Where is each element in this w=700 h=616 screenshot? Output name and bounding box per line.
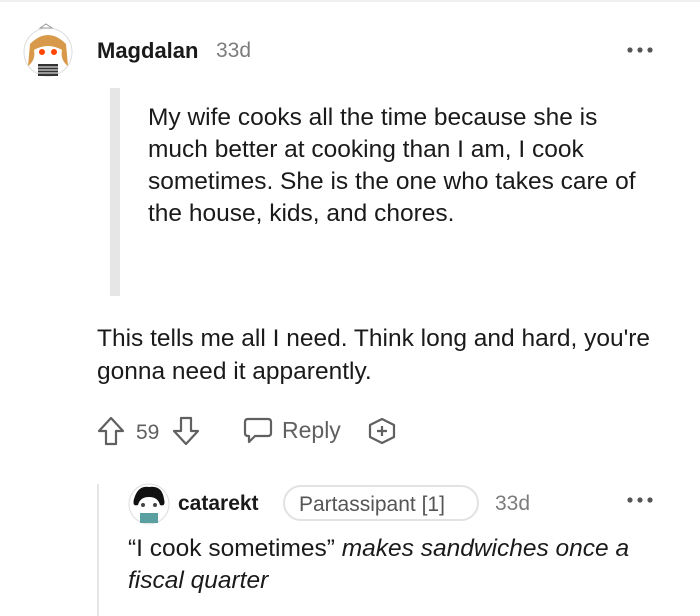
- more-options-icon[interactable]: [626, 494, 654, 506]
- reply-button[interactable]: Reply: [282, 417, 341, 444]
- reply-body-plain: “I cook sometimes”: [128, 535, 342, 562]
- user-flair-badge: Partassipant [1]: [283, 485, 479, 521]
- comment-body: This tells me all I need. Think long and…: [97, 325, 651, 385]
- reply-icon[interactable]: [243, 416, 273, 444]
- downvote-icon[interactable]: [171, 415, 201, 447]
- reply-username[interactable]: catarekt: [178, 492, 259, 516]
- quoted-text: My wife cooks all the time because she i…: [148, 104, 636, 227]
- thread-line[interactable]: [97, 484, 99, 616]
- comment-timestamp[interactable]: 33d: [216, 39, 251, 63]
- child-avatar-icon[interactable]: [128, 483, 170, 525]
- more-options-icon[interactable]: [626, 44, 654, 56]
- upvote-icon[interactable]: [96, 415, 126, 447]
- user-avatar-icon[interactable]: [20, 22, 76, 80]
- comment-username[interactable]: Magdalan: [97, 38, 198, 64]
- award-icon[interactable]: [366, 416, 398, 446]
- top-divider: [0, 0, 700, 2]
- reply-timestamp[interactable]: 33d: [495, 492, 530, 516]
- quote-bar: [110, 88, 120, 296]
- vote-score: 59: [136, 421, 160, 444]
- reply-body: “I cook sometimes” makes sandwiches once…: [128, 533, 668, 597]
